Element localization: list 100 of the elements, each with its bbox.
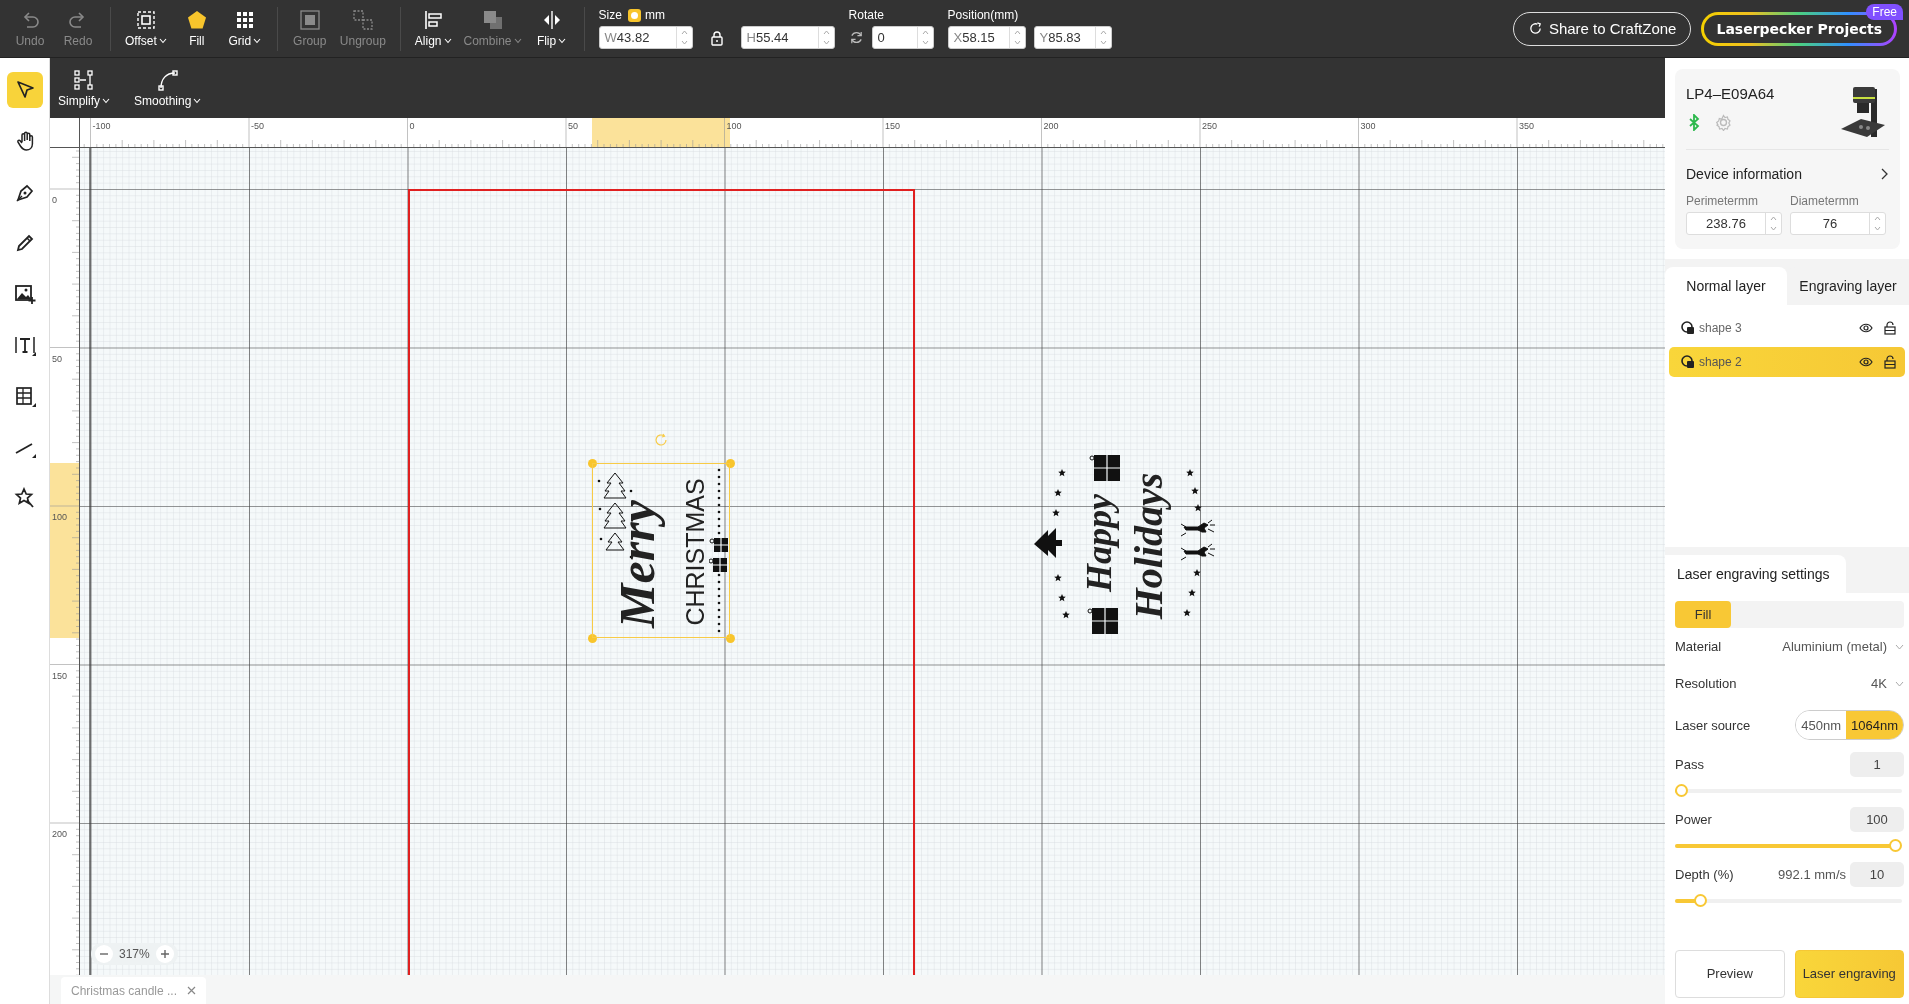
- toolbar-button[interactable]: Fill: [172, 9, 221, 48]
- resize-handle[interactable]: [587, 458, 597, 468]
- lock-icon[interactable]: [708, 29, 725, 46]
- zoom-out-button[interactable]: [95, 945, 113, 963]
- ruler-label: 50: [568, 121, 578, 131]
- setting-label: Power: [1675, 811, 1712, 827]
- spin-up-icon: [1874, 215, 1881, 221]
- share-icon: [1527, 21, 1543, 36]
- close-icon: [187, 986, 197, 995]
- dropdown[interactable]: 4K: [1871, 676, 1904, 691]
- simplify-icon: [73, 68, 95, 91]
- artwork-text: Holidays: [1129, 472, 1169, 620]
- mode-tab[interactable]: Fill: [1675, 601, 1731, 628]
- segment-option[interactable]: 1064nm: [1846, 711, 1903, 739]
- toolbar-button[interactable]: Flip: [527, 9, 576, 48]
- ruler-label: 250: [1202, 121, 1218, 131]
- setting-label: Resolution: [1675, 676, 1737, 691]
- chevron-right-icon: [1881, 168, 1889, 180]
- text-icon: [13, 334, 36, 356]
- slider[interactable]: [1675, 784, 1902, 797]
- settings-tab[interactable]: Laser engraving settings: [1665, 555, 1846, 593]
- slider-thumb[interactable]: [1694, 894, 1708, 907]
- offset-icon: [134, 9, 157, 31]
- toolbar-button[interactable]: Grid: [220, 9, 269, 48]
- field-label: Diametermm: [1790, 194, 1860, 208]
- number-field[interactable]: W43.82: [598, 26, 693, 49]
- unlock-icon[interactable]: [1883, 355, 1897, 369]
- ruler-label: 0: [52, 195, 57, 205]
- resize-handle[interactable]: [725, 458, 735, 468]
- table-icon: [13, 385, 36, 407]
- size-label: Size: [598, 8, 622, 22]
- spin-up-icon: [1099, 29, 1107, 35]
- engrave-button[interactable]: Laser engraving: [1794, 950, 1904, 998]
- slider[interactable]: [1675, 894, 1902, 907]
- unit-toggle[interactable]: [627, 8, 641, 22]
- setting-label: Material: [1675, 639, 1722, 654]
- gift-icon: [1088, 453, 1122, 483]
- number-field[interactable]: X58.15: [947, 26, 1026, 49]
- field-label: Perimetermm: [1686, 194, 1759, 208]
- toolbar-button[interactable]: Offset: [119, 9, 173, 48]
- free-badge: Free: [1866, 3, 1903, 20]
- rotate-label: Rotate: [848, 8, 885, 22]
- shape-icon: [1681, 321, 1695, 335]
- magic-star-icon: [13, 487, 36, 509]
- dropdown[interactable]: Aluminium (metal): [1782, 639, 1904, 654]
- preview-button[interactable]: Preview: [1675, 950, 1785, 998]
- resize-handle[interactable]: [587, 633, 597, 643]
- value-field[interactable]: 10: [1850, 861, 1904, 887]
- ruler-label: 200: [52, 829, 68, 839]
- align-icon: [422, 9, 445, 31]
- layer-tab[interactable]: Normal layer: [1665, 267, 1787, 305]
- ruler-label: 350: [1519, 121, 1535, 131]
- ruler-label: -50: [251, 121, 264, 131]
- image-add-icon: [13, 283, 36, 305]
- combine-icon: [481, 9, 504, 31]
- zoom-level: 317%: [119, 947, 150, 961]
- eye-icon[interactable]: [1859, 355, 1873, 369]
- number-field[interactable]: 238.76: [1686, 212, 1782, 235]
- unlock-icon[interactable]: [1883, 321, 1897, 335]
- ruler-label: 200: [1043, 121, 1059, 131]
- spin-up-icon: [921, 29, 929, 35]
- artwork[interactable]: Happy Holidays: [1032, 453, 1218, 640]
- artwork-text: CHRISTMAS: [682, 478, 708, 626]
- zoom-in-button[interactable]: [155, 945, 174, 963]
- ungroup-icon: [351, 9, 374, 31]
- spin-up-icon: [822, 29, 830, 35]
- ruler-label: 300: [1360, 121, 1376, 131]
- number-field[interactable]: 0: [871, 26, 934, 49]
- caret-icon: [193, 97, 202, 104]
- gift-icon: [1086, 606, 1120, 636]
- artwork[interactable]: Merry CHRISTMAS: [592, 463, 730, 638]
- slider-thumb[interactable]: [1889, 839, 1902, 852]
- eye-icon[interactable]: [1859, 321, 1873, 335]
- tool-button[interactable]: [6, 72, 43, 108]
- number-field[interactable]: 76: [1790, 212, 1886, 235]
- toolbar-button[interactable]: Align: [408, 9, 458, 48]
- pentagon-icon: [185, 9, 208, 31]
- slider[interactable]: [1675, 839, 1902, 852]
- layer-row[interactable]: shape 3: [1669, 313, 1905, 343]
- rotate-handle-icon[interactable]: [654, 433, 668, 447]
- ruler-label: -100: [92, 121, 111, 131]
- value-field[interactable]: 100: [1850, 806, 1904, 832]
- number-field[interactable]: Y85.83: [1033, 26, 1112, 49]
- value-field[interactable]: 1: [1850, 751, 1904, 777]
- position-label: Position(mm): [947, 8, 1020, 22]
- toolbar-button[interactable]: Simplify: [52, 68, 116, 108]
- device-info-link[interactable]: Device information: [1686, 149, 1889, 194]
- layer-name: shape 2: [1699, 355, 1743, 369]
- layer-row[interactable]: shape 2: [1669, 347, 1905, 377]
- caret-icon: [102, 97, 110, 104]
- slider-thumb[interactable]: [1675, 784, 1688, 797]
- number-field[interactable]: H55.44: [740, 26, 835, 49]
- toolbar-button[interactable]: Smoothing: [128, 68, 208, 108]
- chevron-down-icon: [1895, 680, 1904, 687]
- spin-down-icon: [822, 40, 830, 46]
- unit-label: mm: [644, 8, 665, 22]
- artwork-text: Happy: [1081, 494, 1117, 592]
- ruler-label: 100: [52, 512, 68, 522]
- resize-handle[interactable]: [725, 633, 735, 643]
- caret-icon: [558, 38, 567, 44]
